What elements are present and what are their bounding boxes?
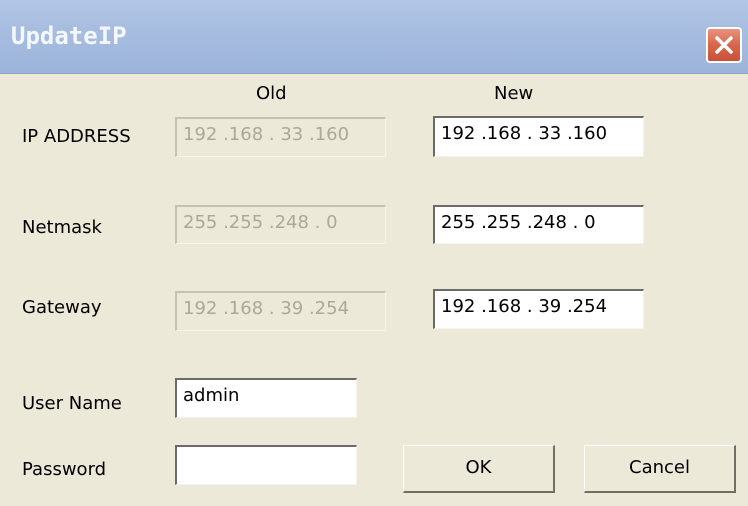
close-icon	[715, 36, 733, 54]
gateway-label: Gateway	[22, 297, 102, 318]
ok-button[interactable]: OK	[403, 445, 555, 493]
password-label: Password	[22, 459, 107, 480]
new-gateway-field[interactable]: 192 .168 . 39 .254	[433, 289, 644, 329]
username-input[interactable]: admin	[175, 378, 357, 418]
ip-address-label: IP ADDRESS	[22, 126, 131, 147]
old-gateway-field: 192 .168 . 39 .254	[175, 291, 386, 331]
username-label: User Name	[22, 393, 122, 414]
column-header-old: Old	[256, 83, 287, 104]
close-button[interactable]	[706, 27, 742, 63]
old-ip-address-field: 192 .168 . 33 .160	[175, 117, 386, 157]
new-netmask-field[interactable]: 255 .255 .248 . 0	[433, 205, 644, 244]
window-title: UpdateIP	[11, 22, 127, 50]
password-input[interactable]	[175, 445, 357, 485]
column-header-new: New	[494, 83, 534, 104]
old-netmask-field: 255 .255 .248 . 0	[175, 205, 386, 244]
cancel-button[interactable]: Cancel	[584, 445, 736, 493]
new-ip-address-field[interactable]: 192 .168 . 33 .160	[433, 116, 644, 157]
title-bar[interactable]: UpdateIP	[0, 0, 748, 74]
netmask-label: Netmask	[22, 217, 102, 238]
